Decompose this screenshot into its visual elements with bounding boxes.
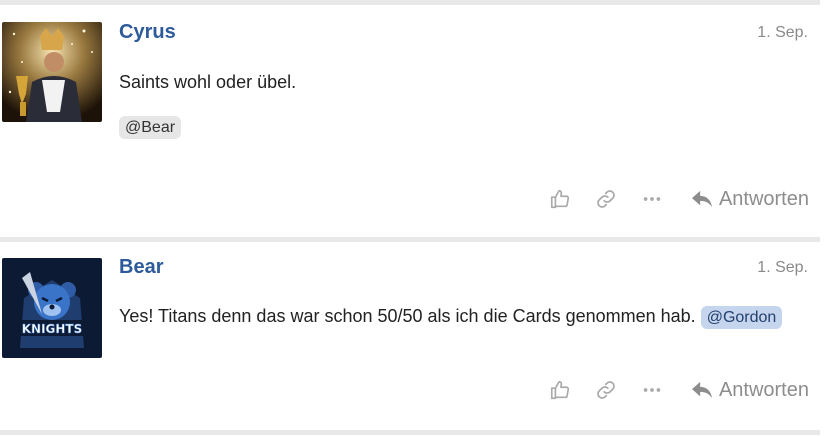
post-cyrus: Cyrus 1. Sep. Saints wohl oder übel. @Be… bbox=[0, 5, 820, 237]
avatar-text: KNIGHTS bbox=[22, 322, 83, 336]
reply-label: Antworten bbox=[718, 378, 809, 401]
thumbs-up-icon[interactable] bbox=[548, 187, 572, 211]
post-message: Saints wohl oder übel. bbox=[119, 72, 296, 93]
avatar-cyrus[interactable] bbox=[2, 22, 102, 122]
link-icon[interactable] bbox=[594, 378, 618, 402]
reply-button[interactable]: Antworten bbox=[691, 188, 809, 211]
post-mention-row: @Bear bbox=[119, 116, 182, 139]
post-username[interactable]: Cyrus bbox=[119, 21, 176, 44]
post-username[interactable]: Bear bbox=[119, 256, 163, 279]
post-bear: KNIGHTS Bear 1. Sep. Yes! Titans denn da… bbox=[0, 242, 820, 430]
post-message: Yes! Titans denn das war schon 50/50 als… bbox=[119, 306, 783, 329]
more-dots-icon[interactable] bbox=[640, 187, 664, 211]
post-divider-bottom bbox=[0, 430, 820, 435]
thumbs-up-icon[interactable] bbox=[548, 378, 572, 402]
reply-arrow-icon bbox=[691, 381, 712, 399]
reply-button[interactable]: Antworten bbox=[691, 379, 809, 402]
post-date[interactable]: 1. Sep. bbox=[757, 24, 808, 42]
mention-tag[interactable]: @Bear bbox=[119, 116, 182, 139]
more-dots-icon[interactable] bbox=[640, 378, 664, 402]
reply-arrow-icon bbox=[691, 190, 712, 208]
post-message-text: Yes! Titans denn das war schon 50/50 als… bbox=[119, 306, 696, 326]
post-date[interactable]: 1. Sep. bbox=[757, 259, 808, 277]
post-message-text: Saints wohl oder übel. bbox=[119, 72, 297, 92]
link-icon[interactable] bbox=[594, 187, 618, 211]
reply-label: Antworten bbox=[718, 187, 809, 210]
avatar-bear[interactable]: KNIGHTS bbox=[2, 258, 102, 358]
post-actions: Antworten bbox=[548, 185, 809, 213]
post-actions: Antworten bbox=[548, 376, 809, 404]
mention-tag[interactable]: @Gordon bbox=[700, 306, 783, 329]
